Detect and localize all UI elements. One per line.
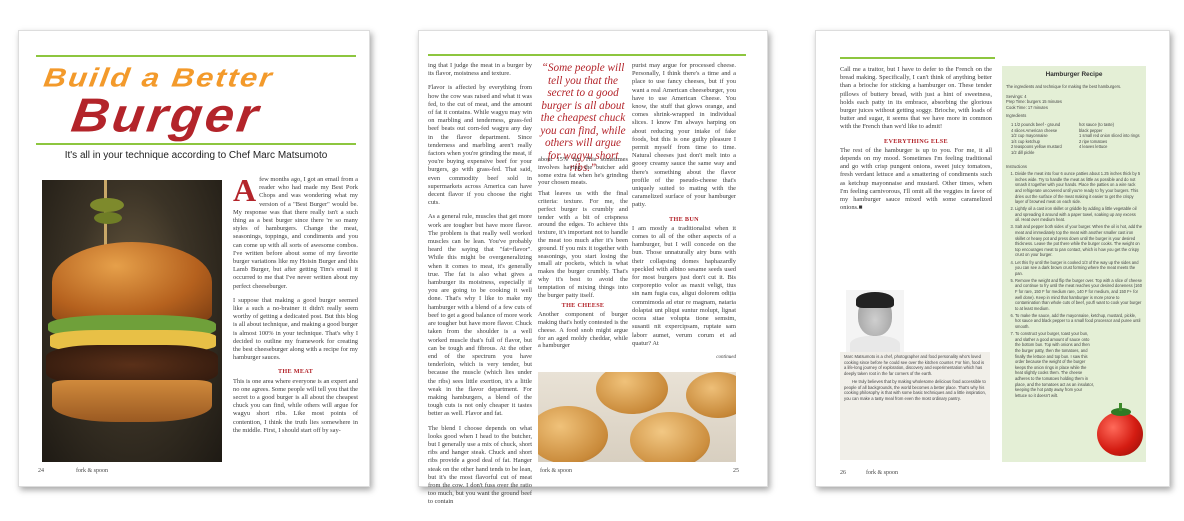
article-column: Call me a traitor, but I have to defer t… (840, 66, 992, 218)
ingredient: 4 leaves lettuce (1079, 144, 1108, 150)
section-heading-cheese: THE CHEESE (561, 302, 605, 310)
paragraph: The blend I choose depends on what looks… (428, 424, 532, 506)
buns-photo (538, 372, 736, 462)
instruction-step: Let this fry until the burger is cooked … (1015, 260, 1142, 277)
article-column-3: purist may argue for processed cheese. P… (632, 62, 736, 362)
recipe-box: Hamburger Recipe The ingredients and tec… (1002, 66, 1146, 462)
paragraph: The rest of the hamburger is up to you. … (840, 146, 992, 212)
page-number: 24 (38, 468, 44, 474)
title-line-2: Burger (68, 89, 265, 143)
section-heading-meat: THE MEAT (277, 368, 314, 376)
paragraph: ing that I judge the meat in a burger by… (428, 62, 532, 78)
ingredient: 1/2 dill pickle (1011, 149, 1035, 155)
instruction-step: Remove the weight and flip the burger ov… (1015, 278, 1142, 312)
paragraph: Another component of burger making that'… (538, 311, 628, 350)
chef-photo (846, 290, 904, 352)
tomato-image (1097, 403, 1145, 456)
paragraph: about 15% fat. This sometimes involves h… (538, 156, 628, 187)
continued-label: continued (716, 354, 736, 360)
article-column-1: ing that I judge the meat in a burger by… (428, 62, 532, 513)
divider (840, 57, 995, 59)
paragraph: Flavor is affected by everything from ho… (428, 84, 532, 207)
ingredient: 1 small red onion sliced into rings (1079, 133, 1140, 139)
instruction-step: Lightly oil a cast iron skillet or gridd… (1015, 206, 1142, 223)
bio-paragraph: He truly believes that by making wholeso… (844, 378, 986, 401)
footer-magazine-name: fork & spoon (866, 470, 898, 476)
article-column: Afew months ago, I got an email from a r… (233, 172, 358, 441)
recipe-title: Hamburger Recipe (1045, 71, 1103, 78)
page-number: 25 (733, 468, 739, 474)
instructions-label: Instructions (1006, 163, 1027, 169)
paragraph: I suppose that making a good burger seem… (233, 296, 358, 362)
bio-paragraph: Marc Matsumoto is a chef, photographer a… (844, 354, 985, 377)
section-heading-everything-else: EVERYTHING ELSE (884, 137, 948, 145)
article-column-2: about 15% fat. This sometimes involves h… (538, 156, 628, 353)
author-bio: Marc Matsumoto is a chef, photographer a… (840, 352, 990, 460)
section-heading-bun: THE BUN (669, 215, 699, 223)
paragraph: That leaves us with the final criteria: … (538, 190, 628, 299)
paragraph: purist may argue for processed cheese. P… (632, 62, 736, 209)
paragraph: This is one area where everyone is an ex… (233, 377, 358, 434)
burger-photo (42, 180, 222, 462)
paragraph: Call me a traitor, but I have to defer t… (840, 66, 992, 131)
footer-magazine-name: fork & spoon (76, 468, 108, 474)
page-number: 26 (840, 470, 846, 476)
divider (36, 143, 356, 145)
paragraph: I am mostly a traditionalist when it com… (632, 224, 736, 347)
subtitle: It's all in your technique according to … (64, 150, 328, 161)
drop-cap: A (233, 172, 257, 208)
instruction-step: Divide the meat into four 6 ounce pattie… (1015, 171, 1142, 205)
instruction-step: To construct your burger, toast your bun… (1015, 331, 1142, 398)
instruction-step: Salt and pepper both sides of your burge… (1015, 224, 1142, 258)
ingredients-list: 1 1/2 pounds beef - ground 4 slices Amer… (1006, 122, 1142, 156)
divider (428, 54, 746, 56)
footer-magazine-name: fork & spoon (540, 468, 572, 474)
paragraph: As a general rule, muscles that get more… (428, 213, 532, 418)
ingredients-label: Ingredients (1006, 113, 1027, 119)
instruction-step: To make the sauce, add the mayonnaise, k… (1015, 313, 1142, 330)
divider (36, 55, 356, 57)
instructions-list: Divide the meat into four 6 ounce pattie… (1006, 171, 1142, 398)
